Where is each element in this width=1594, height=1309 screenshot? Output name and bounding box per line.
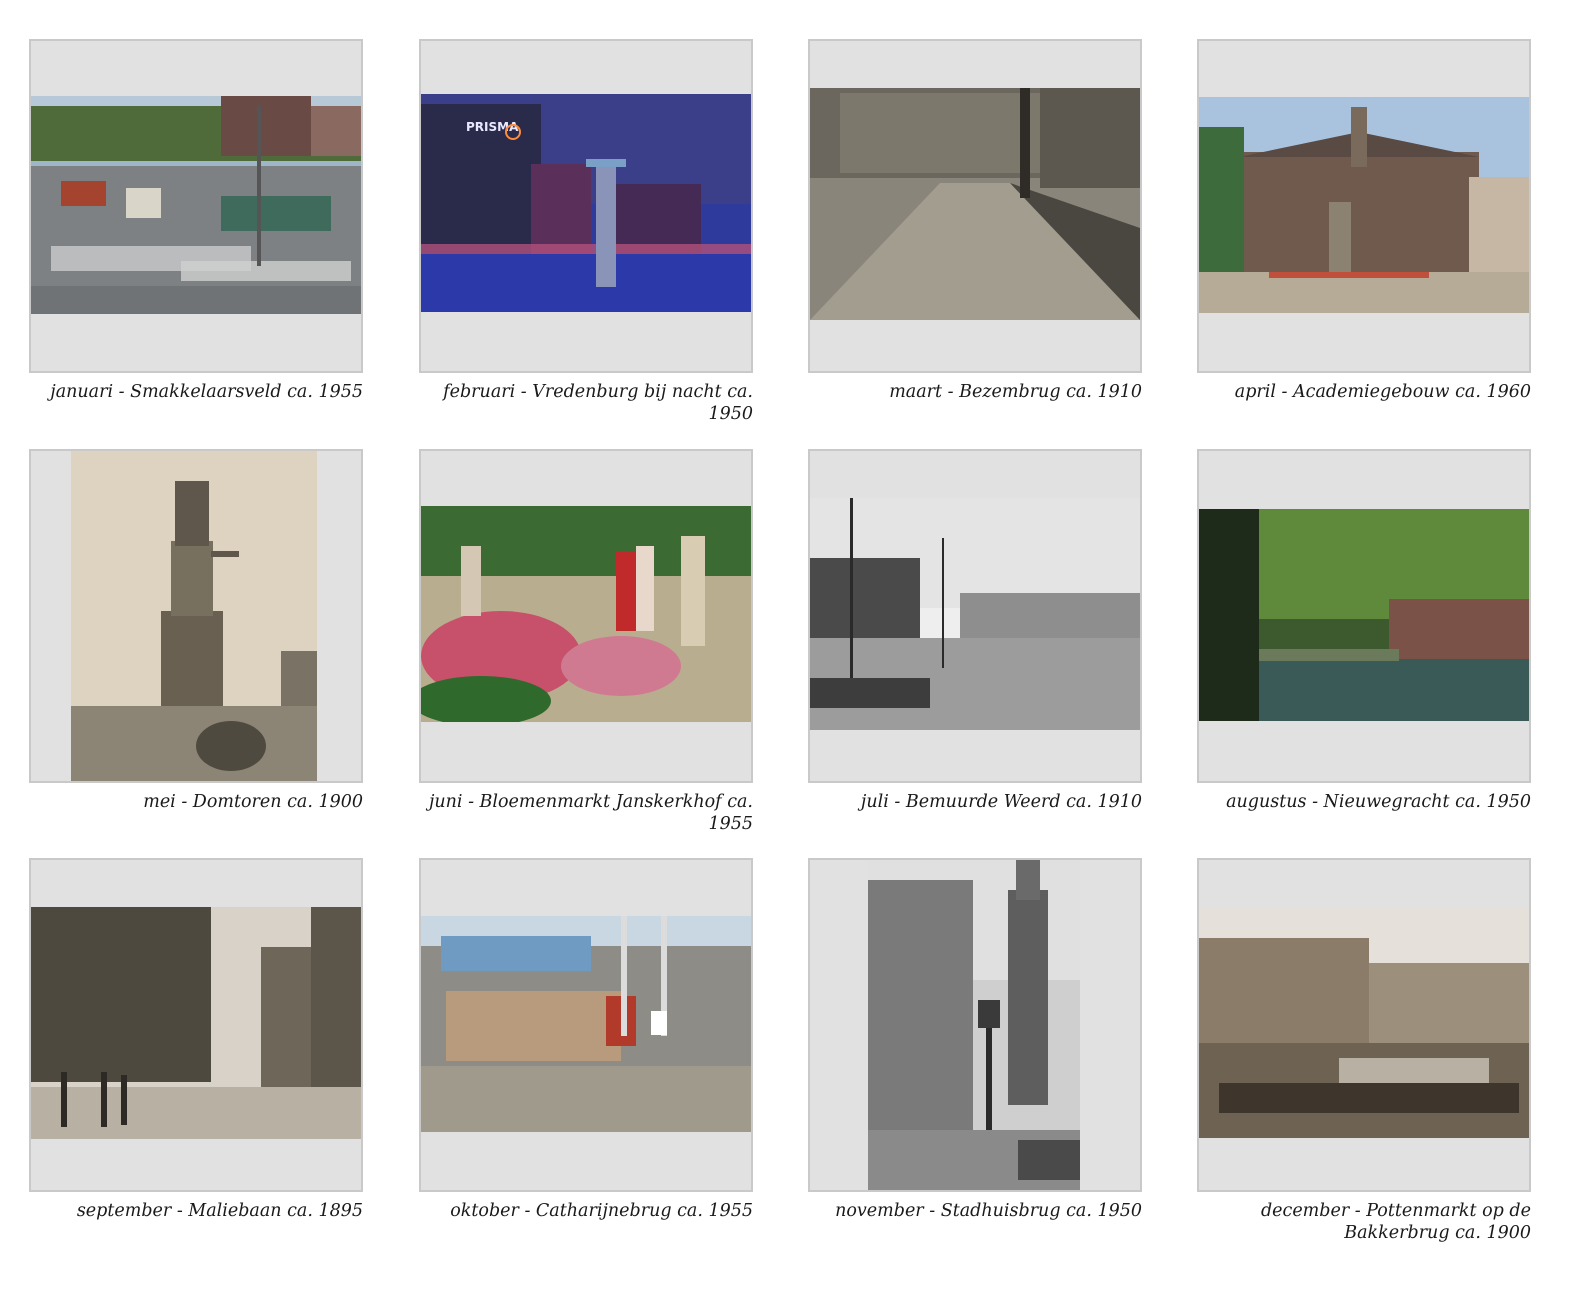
photo-frame [808,449,1142,783]
photo-frame: PRISMA [419,39,753,373]
photo-frame [1197,449,1531,783]
caption: september - Maliebaan ca. 1895 [76,1201,363,1221]
tile-juni: juni - Bloemenmarkt Janskerkhof ca. 1955 [419,449,753,835]
caption: januari - Smakkelaarsveld ca. 1955 [50,382,363,402]
photo-frame [1197,858,1531,1192]
photo-bemuurde-weerd [810,498,1140,730]
photo-catharijnebrug [421,916,751,1132]
tile-juli: juli - Bemuurde Weerd ca. 1910 [808,449,1142,813]
photo-bloemenmarkt [421,506,751,722]
tile-januari: januari - Smakkelaarsveld ca. 1955 [29,39,363,403]
tile-mei: mei - Domtoren ca. 1900 [29,449,363,813]
prisma-sign: PRISMA [466,120,519,134]
tile-maart: maart - Bezembrug ca. 1910 [808,39,1142,403]
photo-bezembrug [810,88,1140,320]
photo-frame [1197,39,1531,373]
photo-frame [419,858,753,1192]
caption: juli - Bemuurde Weerd ca. 1910 [860,792,1142,812]
photo-nieuwegracht [1199,509,1529,721]
tile-december: december - Pottenmarkt op de Bakkerbrug … [1197,858,1531,1244]
caption: december - Pottenmarkt op de Bakkerbrug … [1260,1201,1531,1243]
caption: februari - Vredenburg bij nacht ca. 1950 [443,382,753,424]
photo-vredenburg: PRISMA [421,94,751,312]
tile-september: september - Maliebaan ca. 1895 [29,858,363,1222]
tile-augustus: augustus - Nieuwegracht ca. 1950 [1197,449,1531,813]
photo-frame [808,858,1142,1192]
photo-frame [29,39,363,373]
photo-pottenmarkt [1199,908,1529,1138]
photo-academiegebouw [1199,97,1529,313]
caption: maart - Bezembrug ca. 1910 [889,382,1142,402]
photo-stadhuisbrug [868,860,1080,1190]
caption: augustus - Nieuwegracht ca. 1950 [1226,792,1531,812]
caption: mei - Domtoren ca. 1900 [143,792,363,812]
tile-april: april - Academiegebouw ca. 1960 [1197,39,1531,403]
photo-frame [29,858,363,1192]
tile-februari: PRISMA februari - Vredenburg bij nacht c… [419,39,753,425]
caption: oktober - Catharijnebrug ca. 1955 [450,1201,753,1221]
caption: april - Academiegebouw ca. 1960 [1234,382,1531,402]
photo-frame [419,449,753,783]
photo-frame [808,39,1142,373]
caption: juni - Bloemenmarkt Janskerkhof ca. 1955 [428,792,753,834]
photo-domtoren [71,451,317,781]
tile-november: november - Stadhuisbrug ca. 1950 [808,858,1142,1222]
tile-oktober: oktober - Catharijnebrug ca. 1955 [419,858,753,1222]
photo-maliebaan [31,907,361,1139]
caption: november - Stadhuisbrug ca. 1950 [835,1201,1142,1221]
photo-frame [29,449,363,783]
photo-smakkelaarsveld [31,96,361,314]
